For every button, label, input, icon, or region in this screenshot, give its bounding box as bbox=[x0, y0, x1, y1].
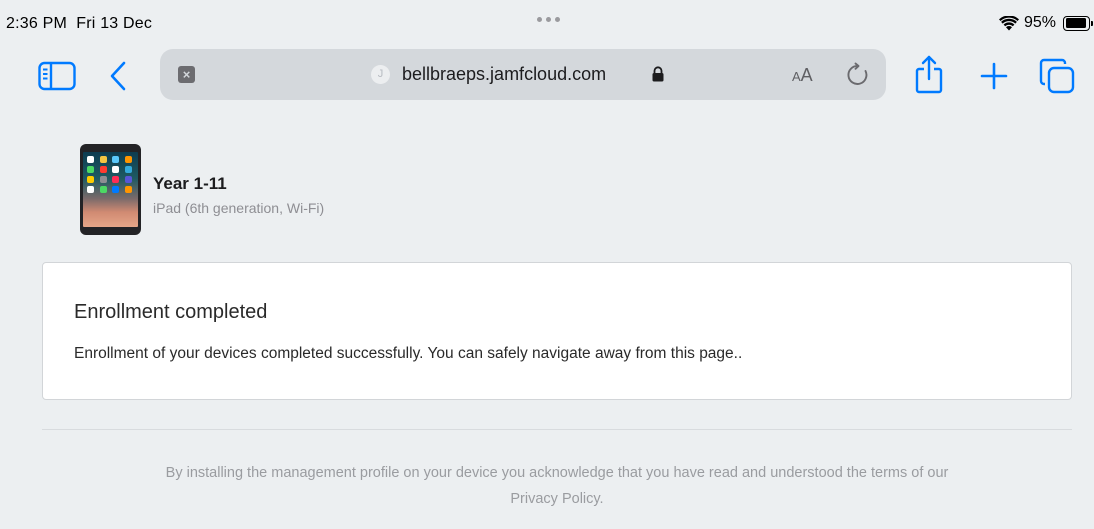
address-bar[interactable]: × J bellbraeps.jamfcloud.com AA bbox=[160, 49, 886, 100]
site-favicon: J bbox=[371, 65, 390, 84]
reader-label-small: A bbox=[792, 69, 801, 84]
multitasking-dots-icon[interactable] bbox=[537, 17, 560, 22]
card-title: Enrollment completed bbox=[74, 301, 268, 323]
new-tab-button[interactable] bbox=[977, 58, 1011, 94]
status-indicators: 95% bbox=[998, 14, 1093, 32]
reload-icon[interactable] bbox=[845, 62, 871, 88]
back-button[interactable] bbox=[103, 58, 133, 94]
status-time: 2:36 PM Fri 13 Dec bbox=[6, 15, 152, 33]
footer-text: By installing the management profile on … bbox=[165, 465, 949, 481]
battery-icon bbox=[1063, 15, 1093, 31]
reader-label-large: A bbox=[800, 65, 813, 85]
enrollment-status-card: Enrollment completed Enrollment of your … bbox=[42, 262, 1072, 400]
chevron-left-icon bbox=[110, 61, 126, 91]
status-bar: 2:36 PM Fri 13 Dec 95% bbox=[0, 0, 1094, 44]
tabs-icon bbox=[1039, 58, 1075, 94]
device-model: iPad (6th generation, Wi-Fi) bbox=[153, 200, 325, 216]
privacy-policy-link[interactable]: Privacy Policy. bbox=[42, 486, 1072, 512]
tab-overview-button[interactable] bbox=[1037, 56, 1077, 96]
reader-text-size-button[interactable]: AA bbox=[792, 65, 813, 86]
card-message: Enrollment of your devices completed suc… bbox=[74, 345, 743, 362]
status-clock: 2:36 PM bbox=[6, 15, 67, 32]
wifi-icon bbox=[998, 15, 1019, 30]
footer-disclaimer: By installing the management profile on … bbox=[42, 460, 1072, 512]
share-button[interactable] bbox=[910, 52, 948, 96]
sidebar-toggle-button[interactable] bbox=[38, 61, 76, 91]
device-name: Year 1-11 bbox=[153, 174, 227, 193]
divider bbox=[42, 429, 1072, 430]
status-date: Fri 13 Dec bbox=[76, 15, 153, 32]
device-info: Year 1-11 iPad (6th generation, Wi-Fi) bbox=[80, 144, 480, 236]
lock-icon bbox=[652, 66, 664, 82]
close-tab-icon[interactable]: × bbox=[178, 66, 195, 83]
sidebar-icon bbox=[38, 61, 76, 91]
ipad-image bbox=[80, 144, 141, 235]
browser-toolbar: × J bellbraeps.jamfcloud.com AA bbox=[0, 44, 1094, 108]
plus-icon bbox=[980, 62, 1008, 90]
battery-percent: 95% bbox=[1023, 14, 1056, 31]
share-icon bbox=[915, 55, 943, 94]
url-text[interactable]: bellbraeps.jamfcloud.com bbox=[402, 64, 606, 85]
